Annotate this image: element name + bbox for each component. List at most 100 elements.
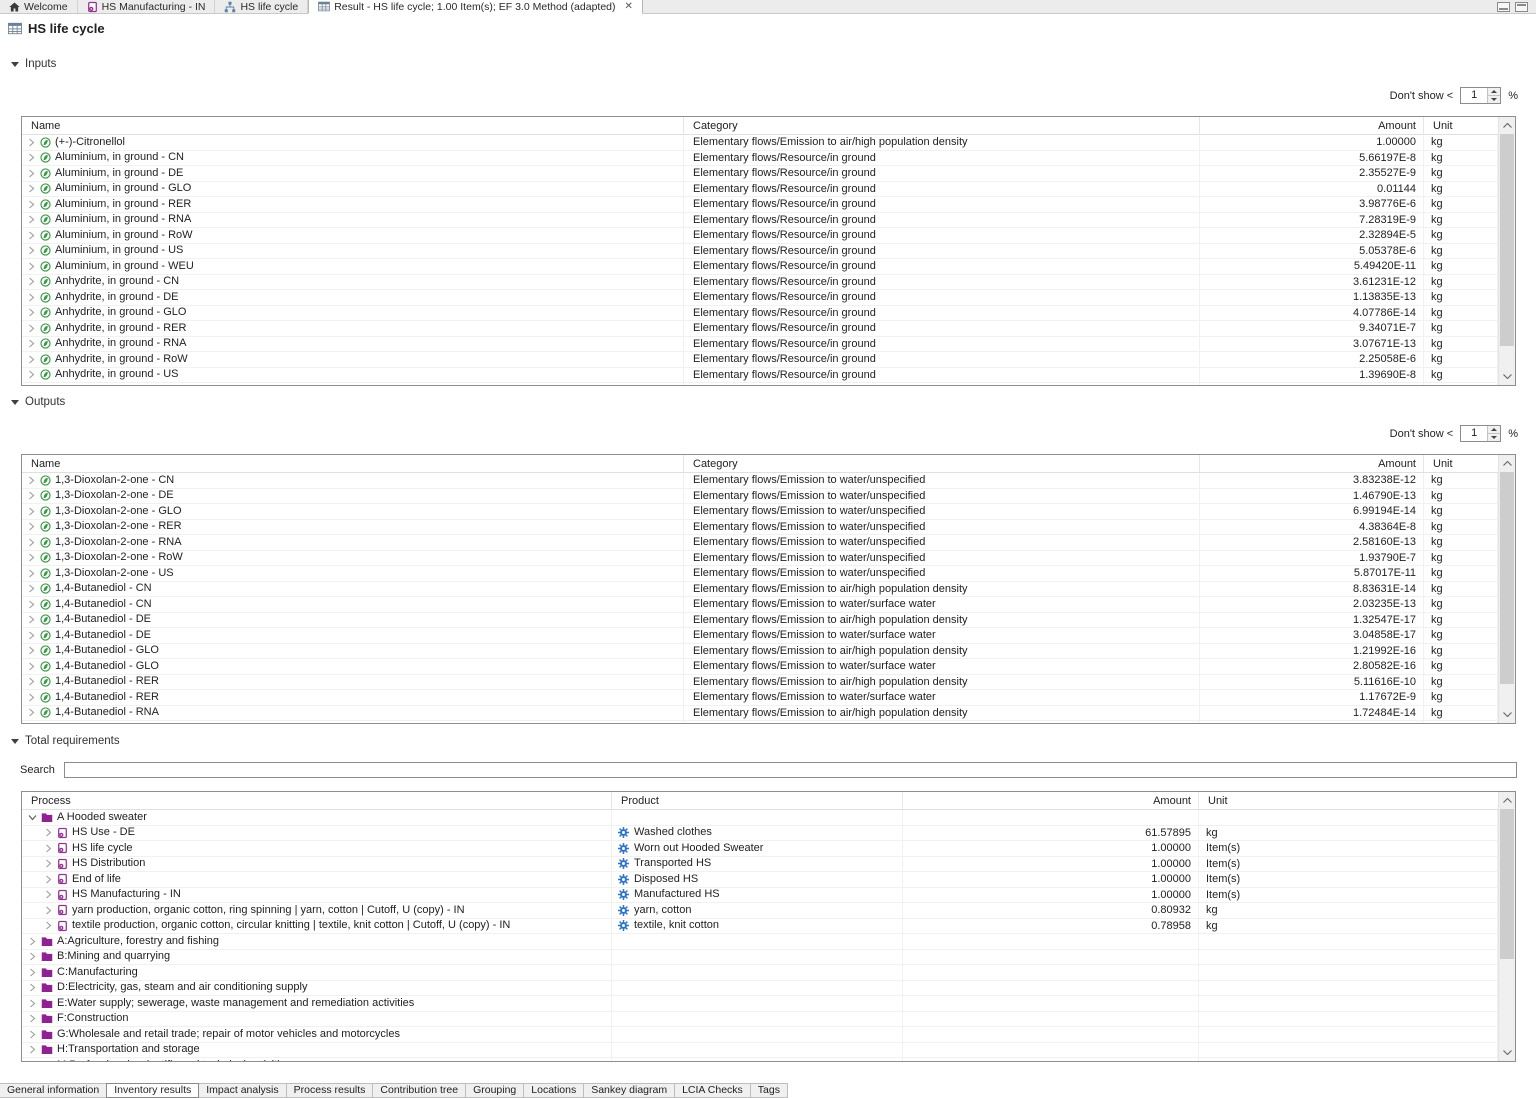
col-header-process[interactable]: Process [22,792,612,810]
process-row[interactable]: yarn production, organic cotton, ring sp… [22,903,1515,919]
bottom-tab-locations[interactable]: Locations [523,1083,584,1098]
spinner-down-icon[interactable] [1488,96,1500,103]
flow-row[interactable]: Anhydrite, in ground - DE Elementary flo… [22,290,1515,306]
scroll-down-icon[interactable] [1499,368,1515,385]
expand-chevron-icon[interactable] [27,138,36,147]
cutoff-value[interactable]: 1 [1461,426,1487,441]
expand-chevron-icon[interactable] [27,476,36,485]
col-header-name[interactable]: Name [22,455,684,473]
col-header-amount[interactable]: Amount [903,792,1199,810]
flow-row[interactable]: Aluminium, in ground - CN Elementary flo… [22,151,1515,167]
flow-row[interactable]: 1,3-Dioxolan-2-one - RER Elementary flow… [22,520,1515,536]
scroll-thumb[interactable] [1500,809,1514,959]
scroll-up-icon[interactable] [1499,455,1515,472]
flow-row[interactable]: Anhydrite, in ground - WEU Elementary fl… [22,383,1515,386]
process-row[interactable]: A:Agriculture, forestry and fishing [22,934,1515,950]
expand-chevron-icon[interactable] [27,615,36,624]
expand-chevron-icon[interactable] [27,200,36,209]
spinner-down-icon[interactable] [1488,434,1500,441]
minimize-icon[interactable] [1497,2,1510,12]
expand-chevron-icon[interactable] [27,231,36,240]
col-header-unit[interactable]: Unit [1424,455,1498,473]
col-header-unit[interactable]: Unit [1199,792,1498,810]
col-header-amount[interactable]: Amount [1200,455,1424,473]
col-header-amount[interactable]: Amount [1200,117,1424,135]
process-row[interactable]: End of life Disposed HS 1.00000 Item(s) [22,872,1515,888]
col-header-category[interactable]: Category [684,117,1200,135]
expand-chevron-icon[interactable] [44,906,53,915]
cutoff-spinner[interactable]: 1 [1460,87,1501,104]
flow-row[interactable]: 1,4-Butanediol - RER Elementary flows/Em… [22,690,1515,706]
scroll-up-icon[interactable] [1499,792,1515,809]
process-row[interactable]: D:Electricity, gas, steam and air condit… [22,981,1515,997]
bottom-tab-grouping[interactable]: Grouping [465,1083,524,1098]
flow-row[interactable]: Anhydrite, in ground - RNA Elementary fl… [22,337,1515,353]
flow-row[interactable]: Aluminium, in ground - US Elementary flo… [22,244,1515,260]
scroll-thumb[interactable] [1500,134,1514,346]
cutoff-spinner[interactable]: 1 [1460,425,1501,442]
expand-chevron-icon[interactable] [27,339,36,348]
section-header-inputs[interactable]: Inputs [11,58,56,70]
flow-row[interactable]: 1,3-Dioxolan-2-one - GLO Elementary flow… [22,504,1515,520]
spinner-up-icon[interactable] [1488,426,1500,434]
expand-chevron-icon[interactable] [27,277,36,286]
process-row[interactable]: B:Mining and quarrying [22,950,1515,966]
expand-chevron-icon[interactable] [27,355,36,364]
expand-chevron-icon[interactable] [28,937,37,946]
expand-chevron-icon[interactable] [27,491,36,500]
expand-chevron-icon[interactable] [27,584,36,593]
flow-row[interactable]: 1,3-Dioxolan-2-one - RNA Elementary flow… [22,535,1515,551]
col-header-name[interactable]: Name [22,117,684,135]
process-row[interactable]: A Hooded sweater [22,810,1515,826]
expand-chevron-icon[interactable] [27,293,36,302]
process-row[interactable]: F:Construction [22,1012,1515,1028]
expand-chevron-icon[interactable] [27,262,36,271]
flow-row[interactable]: (+-)-Citronellol Elementary flows/Emissi… [22,135,1515,151]
flow-row[interactable]: 1,3-Dioxolan-2-one - RoW Elementary flow… [22,551,1515,567]
tab-hs-life-cycle[interactable]: HS life cycle [215,0,308,13]
flow-row[interactable]: 1,3-Dioxolan-2-one - CN Elementary flows… [22,473,1515,489]
process-row[interactable]: HS Use - DE Washed clothes 61.57895 kg [22,826,1515,842]
scroll-down-icon[interactable] [1499,706,1515,723]
expand-chevron-icon[interactable] [27,184,36,193]
flow-row[interactable]: 1,4-Butanediol - RNA Elementary flows/Em… [22,721,1515,724]
flow-row[interactable]: 1,3-Dioxolan-2-one - DE Elementary flows… [22,489,1515,505]
expand-chevron-icon[interactable] [44,859,53,868]
expand-chevron-icon[interactable] [28,814,37,821]
bottom-tab-process-results[interactable]: Process results [286,1083,374,1098]
spinner-up-icon[interactable] [1488,88,1500,96]
expand-chevron-icon[interactable] [27,553,36,562]
expand-chevron-icon[interactable] [27,646,36,655]
process-row[interactable]: HS Distribution Transported HS 1.00000 I… [22,857,1515,873]
expand-chevron-icon[interactable] [27,246,36,255]
cutoff-value[interactable]: 1 [1461,88,1487,103]
flow-row[interactable]: 1,4-Butanediol - DE Elementary flows/Emi… [22,628,1515,644]
process-row[interactable]: HS life cycle Worn out Hooded Sweater 1.… [22,841,1515,857]
scroll-up-icon[interactable] [1499,117,1515,134]
flow-row[interactable]: 1,4-Butanediol - CN Elementary flows/Emi… [22,597,1515,613]
expand-chevron-icon[interactable] [27,708,36,717]
flow-row[interactable]: Anhydrite, in ground - GLO Elementary fl… [22,306,1515,322]
collapse-triangle-icon[interactable] [11,739,19,744]
bottom-tab-lcia-checks[interactable]: LCIA Checks [674,1083,751,1098]
col-header-unit[interactable]: Unit [1424,117,1498,135]
expand-chevron-icon[interactable] [27,677,36,686]
bottom-tab-tags[interactable]: Tags [750,1083,788,1098]
expand-chevron-icon[interactable] [44,828,53,837]
outputs-scrollbar[interactable] [1498,455,1515,723]
col-header-category[interactable]: Category [684,455,1200,473]
expand-chevron-icon[interactable] [28,983,37,992]
collapse-triangle-icon[interactable] [11,62,19,67]
process-row[interactable]: E:Water supply; sewerage, waste manageme… [22,996,1515,1012]
expand-chevron-icon[interactable] [28,1061,37,1062]
expand-chevron-icon[interactable] [27,169,36,178]
expand-chevron-icon[interactable] [27,507,36,516]
expand-chevron-icon[interactable] [28,1045,37,1054]
expand-chevron-icon[interactable] [28,1030,37,1039]
flow-row[interactable]: Aluminium, in ground - RER Elementary fl… [22,197,1515,213]
tab-result[interactable]: Result - HS life cycle; 1.00 Item(s); EF… [308,0,643,14]
flow-row[interactable]: Anhydrite, in ground - RoW Elementary fl… [22,352,1515,368]
expand-chevron-icon[interactable] [28,1014,37,1023]
bottom-tab-general-information[interactable]: General information [0,1083,107,1098]
expand-chevron-icon[interactable] [27,693,36,702]
